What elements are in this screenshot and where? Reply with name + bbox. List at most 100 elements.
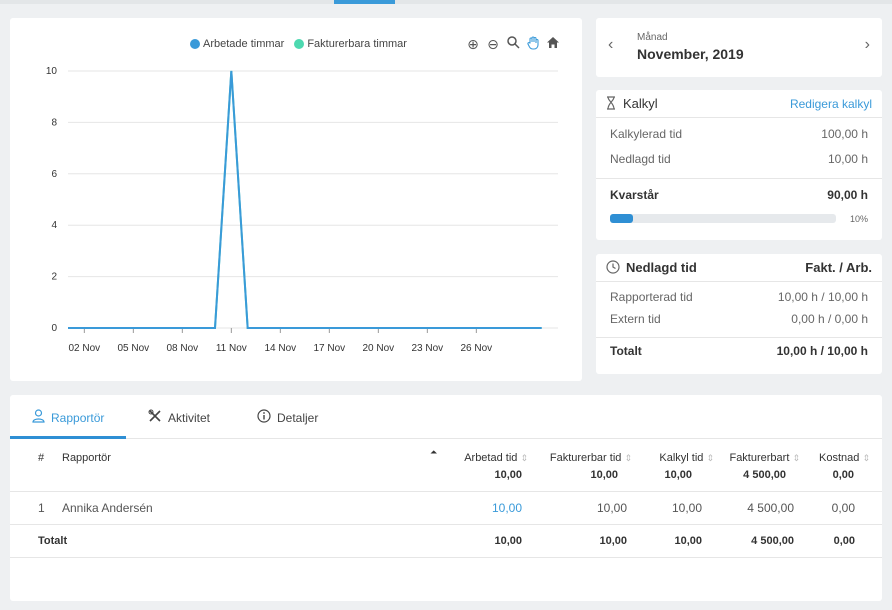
footer-kostnad: 0,00 <box>833 535 855 547</box>
progress-percent: 10% <box>849 214 868 224</box>
legend-item-fakturerbara[interactable]: Fakturerbara timmar <box>294 38 407 50</box>
info-icon <box>257 409 271 426</box>
col-header-arbetad[interactable]: Arbetad tid ⇕ <box>438 452 528 464</box>
tab-detaljer[interactable]: Detaljer <box>257 409 318 426</box>
chart-legend: Arbetade timmar Fakturerbara timmar <box>190 38 407 50</box>
legend-label-arbetade: Arbetade timmar <box>203 38 285 50</box>
header-total-fakturerbart: 4 500,00 <box>743 469 786 481</box>
nedlagd-row-extern: Extern tid 0,00 h / 0,00 h <box>610 312 868 326</box>
y-tick-label: 2 <box>51 272 57 283</box>
header-total-arbetad: 10,00 <box>494 469 522 481</box>
col-header-fakturerbart[interactable]: Fakturerbart ⇕ <box>710 452 800 464</box>
series-line-arbetade[interactable] <box>68 70 542 329</box>
tab-rapportor[interactable]: Rapportör <box>32 409 104 426</box>
row-num: 1 <box>38 501 45 515</box>
kalkyl-card: Kalkyl Redigera kalkyl Kalkylerad tid 10… <box>596 90 882 240</box>
nedlagd-total-row: Totalt 10,00 h / 10,00 h <box>610 344 868 358</box>
footer-fakturerbar: 10,00 <box>599 535 627 547</box>
y-tick-label: 6 <box>51 169 57 180</box>
row-kostnad: 0,00 <box>831 501 855 515</box>
y-tick-label: 0 <box>51 323 57 334</box>
sort-icon: ⇕ <box>792 453 800 463</box>
kalkyl-row-value: 10,00 h <box>827 152 868 166</box>
remaining-label: Kvarstår <box>610 188 659 202</box>
prev-month-button[interactable]: ‹ <box>608 36 613 54</box>
divider <box>596 178 882 179</box>
tools-icon <box>148 409 162 426</box>
series-line-fakturerbara[interactable] <box>68 70 542 329</box>
sort-icon: ⇕ <box>520 453 528 463</box>
next-month-button[interactable]: › <box>865 36 870 54</box>
tab-label: Rapportör <box>51 410 105 425</box>
x-tick-label: 26 Nov <box>460 343 492 354</box>
hourglass-icon <box>606 96 616 113</box>
sort-asc-icon[interactable]: ⏶ <box>430 447 437 458</box>
clock-icon <box>606 260 620 277</box>
nedlagd-row-label: Extern tid <box>610 312 661 326</box>
month-value: November, 2019 <box>637 46 744 62</box>
chart-toolbar: ⊕ ⊖ <box>465 36 561 53</box>
x-tick-label: 11 Nov <box>216 343 247 354</box>
header-total-kalkyl: 10,00 <box>664 469 692 481</box>
row-fakturerbar: 10,00 <box>596 501 627 515</box>
row-kalkyl: 10,00 <box>671 501 702 515</box>
col-header-fakturerbar[interactable]: Fakturerbar tid ⇕ <box>532 452 632 464</box>
header-total-kostnad: 0,00 <box>832 469 854 481</box>
divider <box>596 337 882 338</box>
zoom-in-icon[interactable]: ⊕ <box>465 36 481 53</box>
y-tick-label: 4 <box>51 220 57 231</box>
x-tick-label: 08 Nov <box>166 343 198 354</box>
hours-line-chart: 0 2 4 6 8 10 02 Nov 05 Nov 08 Nov 11 Nov 14 Nov 17 … <box>46 66 558 354</box>
row-fakturerbart: 4 500,00 <box>747 501 794 515</box>
month-label: Månad <box>637 32 668 43</box>
kalkyl-progress-bar <box>610 214 836 223</box>
month-selector-card: ‹ Månad November, 2019 › <box>596 18 882 77</box>
pan-icon[interactable] <box>525 36 541 53</box>
top-tab-indicator <box>334 0 395 4</box>
nedlagd-header: Nedlagd tid Fakt. / Arb. <box>596 254 882 282</box>
nedlagd-row-rapporterad: Rapporterad tid 10,00 h / 10,00 h <box>610 290 868 304</box>
tab-aktivitet[interactable]: Aktivitet <box>148 409 210 426</box>
user-icon <box>32 409 45 426</box>
kalkyl-row-label: Kalkylerad tid <box>610 127 683 141</box>
home-icon[interactable] <box>545 36 561 53</box>
nedlagd-tid-card: Nedlagd tid Fakt. / Arb. Rapporterad tid… <box>596 254 882 374</box>
x-tick-label: 20 Nov <box>362 343 394 354</box>
edit-kalkyl-link[interactable]: Redigera kalkyl <box>790 97 872 111</box>
row-rapportor: Annika Andersén <box>62 501 153 515</box>
legend-dot-arbetade <box>190 39 200 49</box>
nedlagd-row-value: 10,00 h / 10,00 h <box>777 290 868 304</box>
chart-card: 0 2 4 6 8 10 02 Nov 05 Nov 08 Nov 11 Nov 14 Nov 17 … <box>10 18 582 381</box>
report-table-card: Rapportör Aktivitet Detaljer # Rapportör… <box>10 395 882 601</box>
x-tick-label: 05 Nov <box>117 343 149 354</box>
nedlagd-title: Nedlagd tid <box>626 260 697 275</box>
footer-arbetad: 10,00 <box>494 535 522 547</box>
divider <box>10 491 882 492</box>
row-arbetad-link[interactable]: 10,00 <box>440 501 522 515</box>
footer-label: Totalt <box>38 535 68 547</box>
sort-icon: ⇕ <box>862 453 870 463</box>
sort-icon: ⇕ <box>624 453 632 463</box>
kalkyl-row-kalkylerad: Kalkylerad tid 100,00 h <box>610 127 868 141</box>
nedlagd-total-value: 10,00 h / 10,00 h <box>776 344 868 358</box>
x-tick-label: 14 Nov <box>264 343 296 354</box>
nedlagd-row-label: Rapporterad tid <box>610 290 693 304</box>
footer-kalkyl: 10,00 <box>674 535 702 547</box>
kalkyl-progress-fill <box>610 214 633 223</box>
tab-label: Detaljer <box>277 410 319 425</box>
col-header-kalkyl[interactable]: Kalkyl tid ⇕ <box>634 452 714 464</box>
y-tick-label: 8 <box>51 117 57 128</box>
x-tick-label: 02 Nov <box>68 343 100 354</box>
kalkyl-remaining-row: Kvarstår 90,00 h <box>610 188 868 202</box>
zoom-out-icon[interactable]: ⊖ <box>485 36 501 53</box>
kalkyl-title: Kalkyl <box>623 96 658 111</box>
divider <box>10 524 882 525</box>
col-header-kostnad[interactable]: Kostnad ⇕ <box>800 452 870 464</box>
active-tab-indicator <box>10 436 126 439</box>
col-header-rapportor[interactable]: Rapportör <box>62 452 111 464</box>
top-tab-strip <box>0 0 892 4</box>
x-tick-label: 17 Nov <box>313 343 345 354</box>
legend-item-arbetade[interactable]: Arbetade timmar <box>190 38 284 50</box>
kalkyl-row-label: Nedlagd tid <box>610 152 671 166</box>
zoom-icon[interactable] <box>505 36 521 53</box>
